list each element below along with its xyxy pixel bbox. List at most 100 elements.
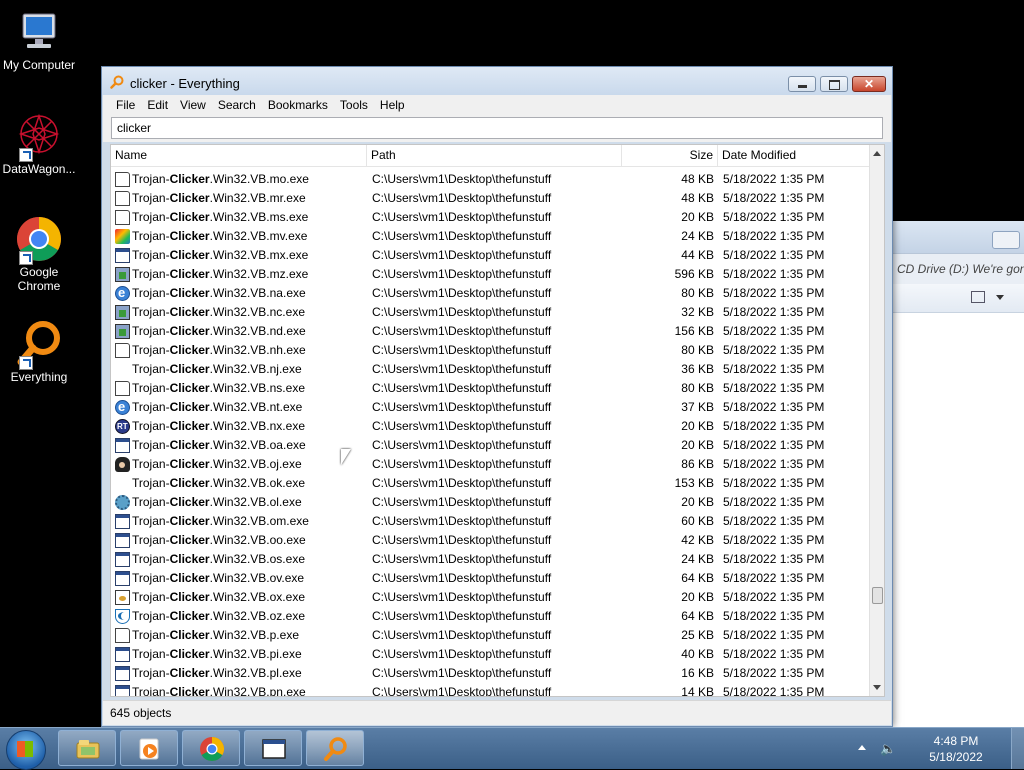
- file-name-prefix: Trojan-: [132, 172, 170, 186]
- show-desktop-button[interactable]: [1011, 728, 1024, 769]
- background-explorer-window[interactable]: CD Drive (D:) We're gonna: [893, 221, 1024, 727]
- taskbar-media-player-button[interactable]: [120, 730, 178, 766]
- clock[interactable]: 4:48 PM 5/18/2022: [914, 733, 998, 765]
- search-input[interactable]: [111, 117, 883, 139]
- taskbar-everything-button[interactable]: [306, 730, 364, 766]
- results-rows: Trojan-Clicker.Win32.VB.mo.exe C:\Users\v…: [111, 170, 869, 696]
- table-row[interactable]: Trojan-Clicker.Win32.VB.oz.exe C:\Users\v…: [111, 607, 869, 626]
- table-row[interactable]: Trojan-Clicker.Win32.VB.p.exe C:\Users\vm…: [111, 626, 869, 645]
- column-header-name[interactable]: Name: [111, 145, 367, 166]
- table-row[interactable]: Trojan-Clicker.Win32.VB.pl.exe C:\Users\v…: [111, 664, 869, 683]
- scrollbar-thumb[interactable]: [872, 587, 883, 604]
- file-size: 20 KB: [681, 495, 714, 509]
- table-row[interactable]: Trojan-Clicker.Win32.VB.mv.exe C:\Users\v…: [111, 227, 869, 246]
- table-row[interactable]: Trojan-Clicker.Win32.VB.pi.exe C:\Users\v…: [111, 645, 869, 664]
- background-window-titlebar[interactable]: [893, 221, 1024, 253]
- file-name: Trojan-Clicker.Win32.VB.ox.exe: [132, 588, 305, 607]
- table-row[interactable]: Trojan-Clicker.Win32.VB.mr.exe C:\Users\v…: [111, 189, 869, 208]
- file-date-modified: 5/18/2022 1:35 PM: [723, 552, 825, 566]
- file-icon: [115, 172, 130, 187]
- table-row[interactable]: Trojan-Clicker.Win32.VB.pn.exe C:\Users\v…: [111, 683, 869, 696]
- start-button[interactable]: [6, 730, 46, 770]
- file-name-prefix: Trojan-: [132, 191, 170, 205]
- table-row[interactable]: Trojan-Clicker.Win32.VB.na.exe C:\Users\v…: [111, 283, 869, 303]
- search-match-highlight: Clicker: [169, 571, 210, 585]
- table-row[interactable]: Trojan-Clicker.Win32.VB.ok.exe C:\Users\v…: [111, 474, 869, 493]
- desktop-icon-my-computer[interactable]: My Computer: [0, 8, 78, 72]
- view-options-icon[interactable]: [971, 291, 985, 303]
- table-row[interactable]: Trojan-Clicker.Win32.VB.ov.exe C:\Users\v…: [111, 569, 869, 588]
- column-header-path[interactable]: Path: [367, 145, 622, 166]
- file-path: C:\Users\vm1\Desktop\thefunstuff: [372, 514, 552, 528]
- table-row[interactable]: Trojan-Clicker.Win32.VB.nj.exe C:\Users\v…: [111, 360, 869, 379]
- table-row[interactable]: Trojan-Clicker.Win32.VB.ox.exe C:\Users\v…: [111, 588, 869, 607]
- table-row[interactable]: Trojan-Clicker.Win32.VB.mz.exe C:\Users\v…: [111, 265, 869, 284]
- file-path: C:\Users\vm1\Desktop\thefunstuff: [372, 590, 552, 604]
- taskbar-explorer-button[interactable]: [58, 730, 116, 766]
- file-icon: [115, 495, 130, 510]
- file-name: Trojan-Clicker.Win32.VB.oz.exe: [132, 607, 305, 626]
- file-icon: [115, 438, 130, 453]
- file-size: 25 KB: [681, 628, 714, 642]
- table-row[interactable]: Trojan-Clicker.Win32.VB.mx.exe C:\Users\v…: [111, 246, 869, 265]
- object-count: 645 objects: [110, 706, 172, 720]
- minimize-button[interactable]: [788, 76, 816, 92]
- close-button[interactable]: ✕: [852, 76, 886, 92]
- menu-search[interactable]: Search: [212, 95, 262, 115]
- desktop-icon-google-chrome[interactable]: Google Chrome: [0, 215, 78, 293]
- scroll-up-arrow-icon[interactable]: [873, 151, 881, 156]
- everything-window[interactable]: clicker - Everything ✕ File Edit View Searc…: [101, 66, 893, 727]
- table-row[interactable]: Trojan-Clicker.Win32.VB.nc.exe C:\Users\v…: [111, 303, 869, 322]
- file-date-modified: 5/18/2022 1:35 PM: [723, 495, 825, 509]
- file-name-suffix: .Win32.VB.ov.exe: [209, 571, 305, 585]
- desktop-icon-label: Google Chrome: [17, 265, 61, 293]
- search-match-highlight: Clicker: [169, 343, 210, 357]
- menu-edit[interactable]: Edit: [141, 95, 174, 115]
- file-name-suffix: .Win32.VB.na.exe: [209, 286, 306, 300]
- table-row[interactable]: Trojan-Clicker.Win32.VB.oj.exe C:\Users\v…: [111, 455, 869, 474]
- table-row[interactable]: Trojan-Clicker.Win32.VB.ns.exe C:\Users\v…: [111, 379, 869, 398]
- minimize-button[interactable]: [992, 231, 1020, 249]
- menu-file[interactable]: File: [103, 95, 141, 115]
- menu-bookmarks[interactable]: Bookmarks: [262, 95, 334, 115]
- chevron-down-icon[interactable]: [996, 295, 1004, 300]
- vertical-scrollbar[interactable]: [869, 145, 884, 696]
- file-size: 156 KB: [674, 324, 714, 338]
- file-name-suffix: .Win32.VB.mz.exe: [209, 267, 309, 281]
- menu-tools[interactable]: Tools: [334, 95, 374, 115]
- window-titlebar[interactable]: clicker - Everything ✕: [102, 67, 892, 95]
- table-row[interactable]: Trojan-Clicker.Win32.VB.oo.exe C:\Users\v…: [111, 531, 869, 550]
- table-row[interactable]: Trojan-Clicker.Win32.VB.nh.exe C:\Users\v…: [111, 341, 869, 360]
- column-header-size[interactable]: Size: [622, 145, 718, 166]
- file-icon: [115, 457, 130, 472]
- desktop-icon-datawagon[interactable]: DataWagon...: [0, 112, 78, 176]
- table-row[interactable]: Trojan-Clicker.Win32.VB.nt.exe C:\Users\v…: [111, 397, 869, 417]
- taskbar-chrome-button[interactable]: [182, 730, 240, 766]
- file-date-modified: 5/18/2022 1:35 PM: [723, 324, 825, 338]
- table-row[interactable]: Trojan-Clicker.Win32.VB.os.exe C:\Users\v…: [111, 550, 869, 569]
- everything-icon: [15, 320, 63, 370]
- show-hidden-icons-icon[interactable]: [858, 745, 866, 750]
- menu-view[interactable]: View: [174, 95, 212, 115]
- file-name-suffix: .Win32.VB.nx.exe: [209, 419, 305, 433]
- file-icon: [115, 628, 130, 643]
- file-icon: [115, 552, 130, 567]
- menu-help[interactable]: Help: [374, 95, 411, 115]
- results-list[interactable]: Name Path Size Date Modified Trojan-Clic…: [110, 144, 885, 697]
- table-row[interactable]: Trojan-Clicker.Win32.VB.om.exe C:\Users\v…: [111, 512, 869, 531]
- background-window-address-bar[interactable]: CD Drive (D:) We're gonna: [893, 253, 1024, 284]
- column-header-date-modified[interactable]: Date Modified: [718, 145, 869, 166]
- volume-icon[interactable]: 🔈: [880, 741, 896, 756]
- table-row[interactable]: Trojan-Clicker.Win32.VB.ol.exe C:\Users\v…: [111, 493, 869, 512]
- maximize-button[interactable]: [820, 76, 848, 92]
- file-date-modified: 5/18/2022 1:35 PM: [723, 248, 825, 262]
- scroll-down-arrow-icon[interactable]: [873, 685, 881, 690]
- desktop-icon-everything[interactable]: Everything: [0, 320, 78, 384]
- file-name: Trojan-Clicker.Win32.VB.om.exe: [132, 512, 309, 531]
- taskbar-window-button[interactable]: [244, 730, 302, 766]
- table-row[interactable]: Trojan-Clicker.Win32.VB.ms.exe C:\Users\v…: [111, 208, 869, 227]
- table-row[interactable]: Trojan-Clicker.Win32.VB.mo.exe C:\Users\v…: [111, 170, 869, 189]
- table-row[interactable]: Trojan-Clicker.Win32.VB.oa.exe C:\Users\v…: [111, 436, 869, 455]
- table-row[interactable]: Trojan-Clicker.Win32.VB.nx.exe C:\Users\v…: [111, 417, 869, 436]
- table-row[interactable]: Trojan-Clicker.Win32.VB.nd.exe C:\Users\v…: [111, 322, 869, 341]
